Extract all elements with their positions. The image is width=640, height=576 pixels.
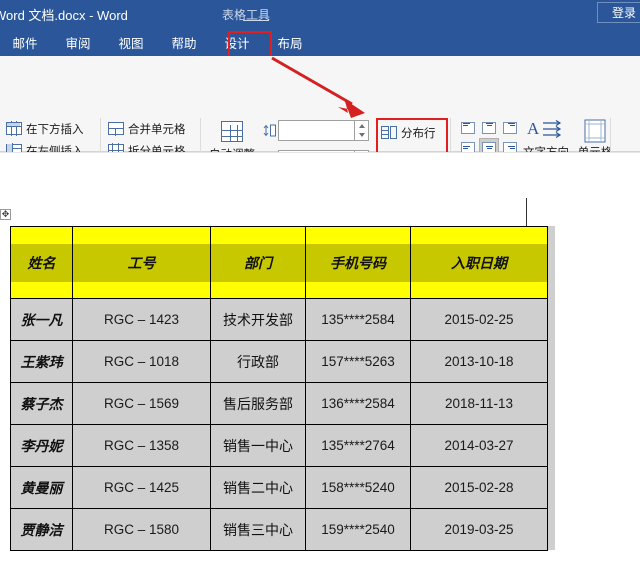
table-row[interactable]: 张一凡 RGC – 1423 技术开发部 135****2584 2015-02… [10,298,548,341]
table-cell-phone: 158****5240 [305,466,411,509]
table-cell-dept: 销售一中心 [210,424,306,467]
cell-margins-icon [584,119,606,143]
row-height-spinner[interactable] [354,120,369,141]
tab-review[interactable]: 审阅 [58,32,98,53]
table-header-text: 入职日期 [411,243,547,282]
table-cell-phone: 135****2764 [305,424,411,467]
table-cell-id: RGC – 1018 [72,340,211,383]
table-cell-dept: 销售二中心 [210,466,306,509]
table-cell-phone: 136****2584 [305,382,411,425]
signin-button[interactable]: 登录 [597,2,640,23]
table-row[interactable]: 李丹妮 RGC – 1358 销售一中心 135****2764 2014-03… [10,424,548,467]
align-top-center-button[interactable] [479,118,499,137]
layout-tab-highlight-box [228,31,272,58]
table-cell-name: 蔡子杰 [10,382,73,425]
table-cell-name: 张一凡 [10,298,73,341]
merge-cells-button[interactable]: 合并单元格 [108,118,186,139]
ribbon: 在下方插入 在左侧插入 在右侧插入 ⌐ [0,56,640,203]
table-cell-name: 王紫玮 [10,340,73,383]
table-cell-phone: 159****2540 [305,508,411,551]
insert-below-icon [6,121,22,136]
tab-mailings[interactable]: 邮件 [5,32,45,53]
table-cell-date: 2014-03-27 [410,424,548,467]
table-cell-date: 2019-03-25 [410,508,548,551]
contextual-tools-underline [243,20,269,21]
table-cell-dept: 技术开发部 [210,298,306,341]
table-cell-id: RGC – 1358 [72,424,211,467]
employee-table[interactable]: 姓名 工号 部门 手机号码 入职日期 张一凡 RGC – 1423 技术开发部 … [10,226,548,551]
table-cell-id: RGC – 1423 [72,298,211,341]
row-height-icon [262,123,278,138]
table-cell-date: 2013-10-18 [410,340,548,383]
tab-layout[interactable]: 布局 [270,32,310,53]
title-bar: Word 文档.docx - Word 表格工具 登录 [0,0,640,28]
document-area[interactable]: ✥ 姓名 工号 部门 手机号码 入职日期 张一凡 RGC – 1423 技术开发… [0,152,640,576]
table-header-text: 手机号码 [306,243,410,282]
table-header-cell: 入职日期 [410,226,548,299]
table-cell-dept: 行政部 [210,340,306,383]
row-height-down-icon[interactable] [358,133,365,138]
ribbon-tab-strip: 邮件 审阅 视图 帮助 设计 布局 操作说明搜索 [0,28,640,79]
table-header-cell: 部门 [210,226,306,299]
table-header-text: 部门 [211,243,305,282]
document-title: Word 文档.docx - Word [0,8,128,23]
table-cell-id: RGC – 1425 [72,466,211,509]
table-cell-date: 2018-11-13 [410,382,548,425]
row-height-up-icon[interactable] [358,123,365,128]
autofit-icon [219,118,245,144]
table-cell-phone: 157****5263 [305,340,411,383]
table-cell-date: 2015-02-25 [410,298,548,341]
table-row[interactable]: 黄曼丽 RGC – 1425 销售二中心 158****5240 2015-02… [10,466,548,509]
table-cell-name: 黄曼丽 [10,466,73,509]
insert-below-button[interactable]: 在下方插入 [6,118,84,139]
align-top-left-button[interactable] [458,118,478,137]
table-cell-phone: 135****2584 [305,298,411,341]
table-row[interactable]: 蔡子杰 RGC – 1569 售后服务部 136****2584 2018-11… [10,382,548,425]
align-top-right-button[interactable] [500,118,520,137]
table-move-handle[interactable]: ✥ [0,209,11,220]
tab-view[interactable]: 视图 [111,32,151,53]
table-row[interactable]: 王紫玮 RGC – 1018 行政部 157****5263 2013-10-1… [10,340,548,383]
table-header-text: 工号 [73,243,210,282]
row-height-stepper[interactable] [262,120,369,141]
insert-below-label: 在下方插入 [26,123,84,136]
merge-cells-label: 合并单元格 [128,123,186,136]
document-page: ✥ 姓名 工号 部门 手机号码 入职日期 张一凡 RGC – 1423 技术开发… [0,152,640,576]
tab-help[interactable]: 帮助 [164,32,204,53]
table-header-row[interactable]: 姓名 工号 部门 手机号码 入职日期 [10,226,548,299]
merge-cells-icon [108,121,124,136]
table-cell-dept: 售后服务部 [210,382,306,425]
text-direction-icon: A [527,119,562,139]
table-cell-name: 李丹妮 [10,424,73,467]
table-selection-right-padding [547,226,555,550]
table-cell-id: RGC – 1580 [72,508,211,551]
text-cursor [526,198,527,226]
svg-text:A: A [527,119,540,138]
table-row[interactable]: 贾静洁 RGC – 1580 销售三中心 159****2540 2019-03… [10,508,548,551]
table-cell-dept: 销售三中心 [210,508,306,551]
table-header-cell: 手机号码 [305,226,411,299]
table-header-text: 姓名 [11,243,72,282]
table-cell-date: 2015-02-28 [410,466,548,509]
table-cell-id: RGC – 1569 [72,382,211,425]
table-cell-name: 贾静洁 [10,508,73,551]
table-header-cell: 姓名 [10,226,73,299]
table-header-cell: 工号 [72,226,211,299]
row-height-input[interactable] [278,120,354,141]
word-window: Word 文档.docx - Word 表格工具 登录 邮件 审阅 视图 帮助 … [0,0,640,576]
